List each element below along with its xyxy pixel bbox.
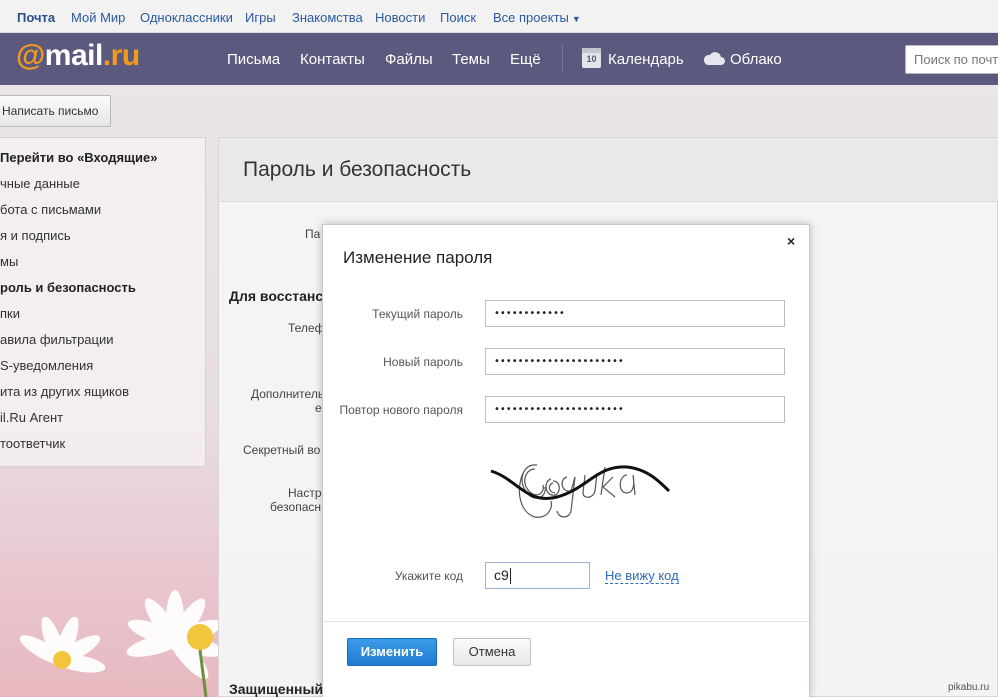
- portal-link-moy-mir[interactable]: Мой Мир: [71, 10, 125, 25]
- menu-item-filters[interactable]: авила фильтрации: [0, 332, 206, 347]
- portal-link-znakomstva[interactable]: Знакомства: [292, 10, 363, 25]
- nav-faily[interactable]: Файлы: [385, 51, 433, 68]
- nav-oblako[interactable]: Облако: [730, 51, 782, 68]
- recovery-section-title: Для восстанс: [229, 288, 324, 304]
- caret-down-icon: ▼: [571, 14, 581, 24]
- repeat-password-field[interactable]: ••••••••••••••••••••••: [485, 396, 785, 423]
- portal-link-novosti[interactable]: Новости: [375, 10, 425, 25]
- menu-item-inbox[interactable]: Перейти во «Входящие»: [0, 150, 206, 165]
- nav-temy[interactable]: Темы: [452, 51, 490, 68]
- page-title: Пароль и безопасность: [243, 158, 472, 181]
- flower-decoration: [19, 590, 224, 697]
- menu-item-themes[interactable]: мы: [0, 254, 206, 269]
- menu-item-signature[interactable]: я и подпись: [0, 228, 206, 243]
- menu-item-personal[interactable]: чные данные: [0, 176, 206, 191]
- calendar-icon[interactable]: 10: [582, 48, 601, 68]
- extra-email-label-2: е: [315, 401, 322, 415]
- text-cursor: [509, 568, 511, 585]
- portal-link-igry[interactable]: Игры: [245, 10, 276, 25]
- code-label: Укажите код: [394, 569, 463, 583]
- search-input[interactable]: Поиск по почте: [905, 45, 998, 74]
- change-password-dialog: Изменение пароля × Текущий пароль ••••••…: [322, 224, 810, 697]
- security-settings-label: Настр: [288, 486, 322, 500]
- nav-eshche[interactable]: Ещё: [510, 51, 541, 68]
- menu-item-folders[interactable]: пки: [0, 306, 206, 321]
- menu-item-sms[interactable]: S-уведомления: [0, 358, 206, 373]
- captcha-image: [490, 464, 671, 518]
- password-label: Па: [305, 227, 321, 241]
- portal-link-all-projects[interactable]: Все проекты ▼: [493, 10, 581, 25]
- menu-item-password-security[interactable]: роль и безопасность: [0, 280, 206, 295]
- new-password-field[interactable]: ••••••••••••••••••••••: [485, 348, 785, 375]
- nav-kontakty[interactable]: Контакты: [300, 51, 365, 68]
- nav-divider: [562, 45, 563, 73]
- current-password-label: Текущий пароль: [372, 307, 463, 321]
- write-letter-button[interactable]: Написать письмо: [0, 95, 111, 127]
- dialog-title: Изменение пароля: [343, 248, 493, 267]
- current-password-field[interactable]: ••••••••••••: [485, 300, 785, 327]
- logo-mail: mail: [44, 39, 104, 72]
- close-icon[interactable]: ×: [787, 233, 795, 249]
- content-header: Пароль и безопасность: [219, 138, 998, 202]
- menu-item-other-mailboxes[interactable]: ита из других ящиков: [0, 384, 206, 399]
- all-projects-label: Все проекты: [493, 10, 569, 25]
- cant-see-code-link[interactable]: Не вижу код: [605, 568, 679, 584]
- phone-label: Телеф: [288, 321, 325, 335]
- extra-email-label: Дополнитель: [251, 387, 325, 401]
- new-password-label: Новый пароль: [383, 355, 463, 369]
- cloud-icon[interactable]: [703, 51, 725, 66]
- logo-ru: ru: [110, 39, 141, 72]
- watermark: pikabu.ru: [948, 682, 990, 693]
- menu-item-work-with-letters[interactable]: бота с письмами: [0, 202, 206, 217]
- cancel-button[interactable]: Отмена: [453, 638, 531, 666]
- dialog-footer: Изменить Отмена: [323, 621, 809, 697]
- secret-question-label: Секретный во: [243, 443, 321, 457]
- mail-header: @mail.ru Письма Контакты Файлы Темы Ещё …: [0, 33, 998, 85]
- security-settings-label-2: безопасн: [270, 500, 321, 514]
- change-button[interactable]: Изменить: [347, 638, 437, 666]
- portal-bar: Почта Мой Мир Одноклассники Игры Знакомс…: [0, 0, 998, 33]
- captcha-code-value: с9: [494, 567, 509, 583]
- menu-item-autoresponder[interactable]: тоответчик: [0, 436, 206, 451]
- menu-item-agent[interactable]: il.Ru Агент: [0, 410, 206, 425]
- logo-at: @: [16, 39, 45, 72]
- captcha-code-input[interactable]: с9: [485, 562, 590, 589]
- mailru-logo[interactable]: @mail.ru: [16, 39, 140, 73]
- repeat-password-label: Повтор нового пароля: [339, 403, 463, 417]
- logo-dot: .: [102, 39, 111, 72]
- portal-link-pochta[interactable]: Почта: [17, 10, 55, 25]
- settings-menu: Перейти во «Входящие» чные данные бота с…: [0, 137, 206, 467]
- nav-pisma[interactable]: Письма: [227, 51, 280, 68]
- portal-link-odnoklassniki[interactable]: Одноклассники: [140, 10, 233, 25]
- nav-kalendar[interactable]: Календарь: [608, 51, 684, 68]
- portal-link-poisk[interactable]: Поиск: [440, 10, 476, 25]
